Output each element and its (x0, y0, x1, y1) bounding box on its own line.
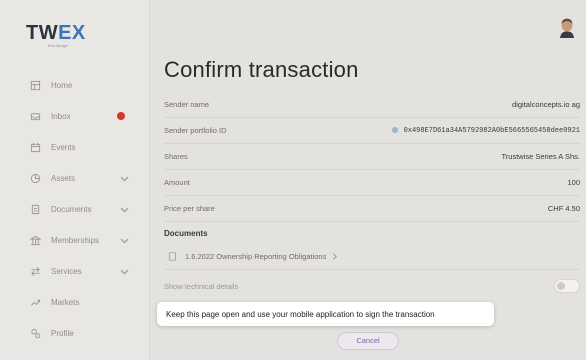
document-item[interactable]: 1.6.2022 Ownership Reporting Obligations (164, 244, 580, 270)
sidebar-item-label: Memberships (51, 235, 100, 245)
sidebar-item-label: Inbox (51, 111, 71, 121)
sidebar-item-profile[interactable]: Profile (30, 325, 140, 341)
sidebar-item-label: Markets (51, 297, 80, 307)
inbox-icon (30, 112, 41, 120)
chevron-right-icon (333, 253, 338, 260)
document-item-label: 1.6.2022 Ownership Reporting Obligations (185, 252, 327, 261)
avatar[interactable] (559, 18, 575, 38)
sidebar-item-label: Assets (51, 173, 76, 183)
chevron-down-icon (120, 176, 129, 182)
page-title: Confirm transaction (164, 57, 359, 82)
row-label: Sender name (164, 100, 210, 109)
documents-icon (31, 204, 40, 214)
row-value: 0x498E7D61a34A5792982A0bE5665565458dee09… (391, 126, 580, 135)
calendar-icon (30, 142, 41, 152)
row-value: digitalconcepts.io ag (512, 100, 580, 109)
notification-badge (117, 112, 125, 120)
profile-icon (31, 328, 41, 338)
portfolio-id-value: 0x498E7D61a34A5792982A0bE5665565458dee09… (403, 126, 580, 135)
detail-row-sender-portfolio-id: Sender portfolio ID 0x498E7D61a34A579298… (164, 118, 580, 144)
sidebar-item-markets[interactable]: Markets (30, 294, 140, 310)
row-value: Trustwise Series A Shs. (501, 152, 580, 161)
technical-details-toggle[interactable] (554, 279, 580, 293)
row-label: Shares (164, 152, 188, 161)
cancel-button[interactable]: Cancel (337, 332, 399, 350)
row-label: Sender portfolio ID (164, 126, 227, 135)
detail-row-amount: Amount 100 (164, 170, 580, 196)
technical-details-row: Show technical details (164, 274, 580, 298)
detail-row-sender-name: Sender name digitalconcepts.io ag (164, 92, 580, 118)
brand-logo-sub: Exchange (48, 43, 69, 48)
technical-details-label: Show technical details (164, 281, 239, 291)
sidebar-item-assets[interactable]: Assets (30, 170, 140, 186)
sidebar-item-label: Events (51, 142, 76, 152)
document-icon (168, 252, 177, 261)
home-icon (30, 80, 41, 90)
detail-row-shares: Shares Trustwise Series A Shs. (164, 144, 580, 170)
sidebar-item-label: Services (51, 266, 82, 276)
detail-row-price-per-share: Price per share CHF 4.50 (164, 196, 580, 222)
main-content: Confirm transaction Sender name digitalc… (150, 0, 586, 360)
sidebar-item-events[interactable]: Events (30, 139, 140, 155)
toast-message: Keep this page open and use your mobile … (166, 309, 435, 319)
chevron-down-icon (120, 207, 129, 213)
sign-instruction-toast: Keep this page open and use your mobile … (157, 302, 494, 326)
sidebar-item-home[interactable]: Home (30, 77, 140, 93)
sidebar-item-label: Profile (51, 328, 74, 338)
row-label: Amount (164, 178, 190, 187)
sidebar-item-label: Documents (51, 204, 92, 214)
portfolio-dot-icon (391, 126, 398, 133)
sidebar-item-services[interactable]: Services (30, 263, 140, 279)
documents-section-title: Documents (164, 229, 208, 238)
sidebar-item-label: Home (51, 80, 73, 90)
markets-icon (31, 299, 41, 306)
sidebar-item-documents[interactable]: Documents (30, 201, 140, 217)
memberships-icon (30, 235, 41, 245)
chevron-down-icon (120, 238, 129, 244)
row-value: CHF 4.50 (547, 204, 580, 213)
sidebar: TWEX Exchange Home Inbox Events Assets D… (0, 0, 150, 360)
chevron-down-icon (120, 269, 129, 275)
sidebar-item-memberships[interactable]: Memberships (30, 232, 140, 248)
brand-logo[interactable]: TWEX (26, 22, 86, 45)
services-icon (31, 266, 40, 276)
row-value: 100 (567, 178, 580, 187)
row-label: Price per share (164, 204, 215, 213)
sidebar-item-inbox[interactable]: Inbox (30, 108, 140, 124)
assets-icon (30, 173, 41, 183)
